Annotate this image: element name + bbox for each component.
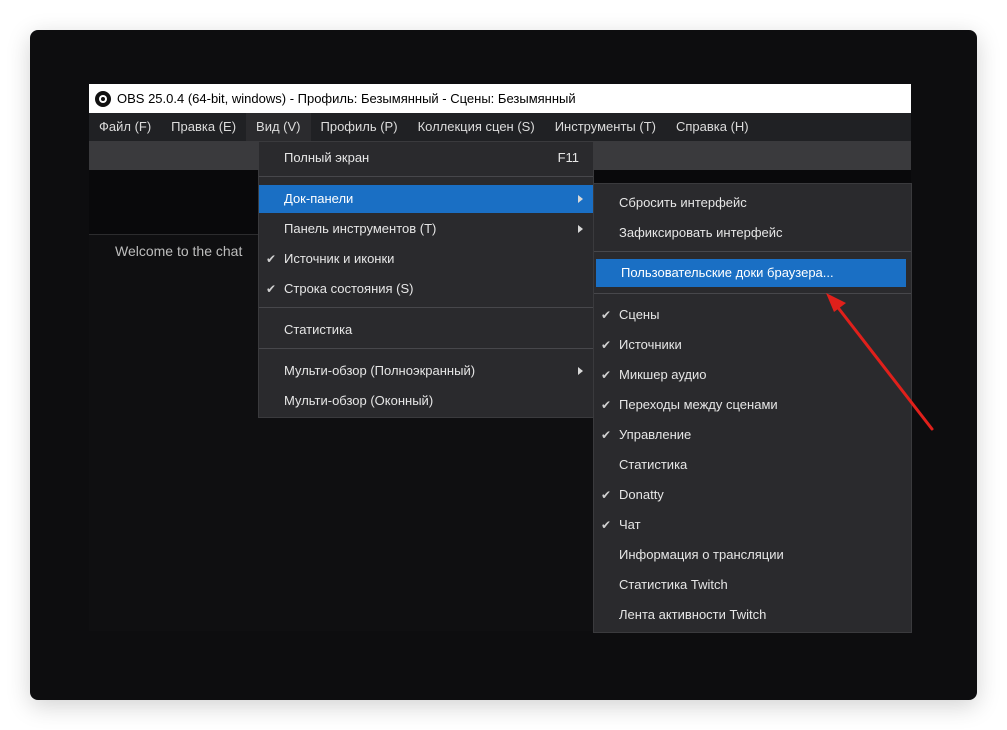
menu-item-label: Сбросить интерфейс: [619, 195, 747, 210]
docks-item-twitch-stats[interactable]: Статистика Twitch: [594, 571, 911, 599]
docks-item-stream-info[interactable]: Информация о трансляции: [594, 541, 911, 569]
menu-item-label: Статистика: [619, 457, 688, 472]
docks-item-twitch-activity-feed[interactable]: Лента активности Twitch: [594, 601, 911, 629]
submenu-arrow-icon: [578, 195, 583, 203]
menu-item-label: Переходы между сценами: [619, 397, 778, 412]
shortcut-label: F11: [557, 150, 579, 165]
menu-item-label: Зафиксировать интерфейс: [619, 225, 783, 240]
menu-edit[interactable]: Правка (E): [161, 113, 246, 141]
view-menu-item-status-bar[interactable]: ✔ Строка состояния (S): [259, 275, 593, 303]
check-icon: ✔: [601, 488, 612, 502]
view-menu-item-stats[interactable]: Статистика: [259, 316, 593, 344]
menu-item-label: Источники: [619, 337, 682, 352]
check-icon: ✔: [266, 282, 277, 296]
check-icon: ✔: [266, 252, 277, 266]
docks-item-audio-mixer[interactable]: ✔ Микшер аудио: [594, 361, 911, 389]
menu-separator: [594, 293, 911, 294]
menu-file[interactable]: Файл (F): [89, 113, 161, 141]
menu-item-label: Строка состояния (S): [284, 281, 414, 296]
docks-item-reset-ui[interactable]: Сбросить интерфейс: [594, 189, 911, 217]
submenu-arrow-icon: [578, 367, 583, 375]
menu-item-label: Панель инструментов (T): [284, 221, 437, 236]
menu-item-label: Чат: [619, 517, 641, 532]
view-menu-item-docks[interactable]: Док-панели: [259, 185, 593, 213]
menu-separator: [594, 251, 911, 252]
docks-item-scene-transitions[interactable]: ✔ Переходы между сценами: [594, 391, 911, 419]
window-title: OBS 25.0.4 (64-bit, windows) - Профиль: …: [117, 91, 576, 106]
docks-submenu: Сбросить интерфейс Зафиксировать интерфе…: [593, 183, 912, 633]
docks-item-sources[interactable]: ✔ Источники: [594, 331, 911, 359]
docks-item-controls[interactable]: ✔ Управление: [594, 421, 911, 449]
menu-item-label: Статистика: [284, 322, 353, 337]
menu-item-label: Источник и иконки: [284, 251, 395, 266]
docks-item-scenes[interactable]: ✔ Сцены: [594, 301, 911, 329]
submenu-arrow-icon: [578, 225, 583, 233]
menu-item-label: Лента активности Twitch: [619, 607, 767, 622]
view-menu-item-multiview-windowed[interactable]: Мульти-обзор (Оконный): [259, 387, 593, 415]
menu-item-label: Микшер аудио: [619, 367, 707, 382]
menu-item-label: Полный экран: [284, 150, 370, 165]
menu-item-label: Пользовательские доки браузера...: [621, 265, 834, 280]
check-icon: ✔: [601, 338, 612, 352]
view-menu-item-toolbars[interactable]: Панель инструментов (T): [259, 215, 593, 243]
menu-separator: [259, 348, 593, 349]
menu-item-label: Управление: [619, 427, 692, 442]
menu-help[interactable]: Справка (H): [666, 113, 759, 141]
menu-view[interactable]: Вид (V): [246, 113, 311, 141]
view-menu-item-multiview-fullscreen[interactable]: Мульти-обзор (Полноэкранный): [259, 357, 593, 385]
check-icon: ✔: [601, 368, 612, 382]
menu-separator: [259, 307, 593, 308]
check-icon: ✔: [601, 518, 612, 532]
docks-item-custom-browser-docks[interactable]: Пользовательские доки браузера...: [596, 259, 906, 287]
menu-item-label: Мульти-обзор (Оконный): [284, 393, 434, 408]
check-icon: ✔: [601, 308, 612, 322]
menu-item-label: Сцены: [619, 307, 660, 322]
menu-scene-collection[interactable]: Коллекция сцен (S): [408, 113, 545, 141]
docks-item-chat[interactable]: ✔ Чат: [594, 511, 911, 539]
menu-tools[interactable]: Инструменты (T): [545, 113, 666, 141]
check-icon: ✔: [601, 428, 612, 442]
docks-item-donatty[interactable]: ✔ Donatty: [594, 481, 911, 509]
menu-item-label: Статистика Twitch: [619, 577, 728, 592]
docks-item-stats[interactable]: Статистика: [594, 451, 911, 479]
menu-item-label: Док-панели: [284, 191, 354, 206]
view-menu-item-fullscreen[interactable]: Полный экран F11: [259, 144, 593, 172]
view-menu-item-source-icons[interactable]: ✔ Источник и иконки: [259, 245, 593, 273]
menu-separator: [259, 176, 593, 177]
check-icon: ✔: [601, 398, 612, 412]
view-menu: Полный экран F11 Док-панели Панель инстр…: [258, 141, 594, 418]
menu-item-label: Donatty: [619, 487, 664, 502]
menu-profile[interactable]: Профиль (P): [311, 113, 408, 141]
obs-logo-icon: [95, 90, 111, 107]
menu-bar: Файл (F) Правка (E) Вид (V) Профиль (P) …: [89, 113, 911, 141]
menu-item-label: Информация о трансляции: [619, 547, 784, 562]
title-bar: OBS 25.0.4 (64-bit, windows) - Профиль: …: [89, 84, 911, 113]
chat-welcome-text: Welcome to the chat: [115, 243, 243, 259]
docks-item-lock-ui[interactable]: Зафиксировать интерфейс: [594, 219, 911, 247]
menu-item-label: Мульти-обзор (Полноэкранный): [284, 363, 476, 378]
